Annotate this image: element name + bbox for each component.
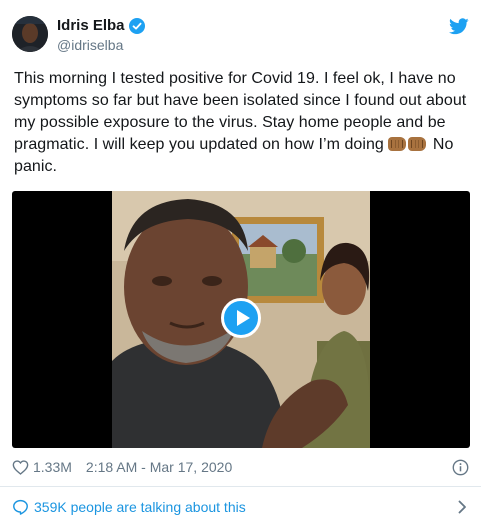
avatar[interactable] [12,16,48,52]
like-count[interactable]: 1.33M [33,459,72,475]
fist-bump-emoji [408,137,427,151]
fist-bump-emoji [388,137,407,151]
play-icon[interactable] [221,298,261,338]
tweet-timestamp[interactable]: 2:18 AM - Mar 17, 2020 [86,459,232,475]
divider [0,486,481,487]
chevron-right-icon[interactable] [458,500,467,514]
verified-badge-icon [128,17,145,34]
video-player[interactable] [12,191,470,448]
display-name[interactable]: Idris Elba [57,17,125,34]
name-row[interactable]: Idris Elba [57,17,145,34]
tweet-meta: 1.33M 2:18 AM - Mar 17, 2020 [12,459,232,475]
heart-icon[interactable] [12,459,29,475]
tweet-text: This morning I tested positive for Covid… [14,68,469,178]
conversation-label[interactable]: 359K people are talking about this [34,499,246,515]
tweet-embed-card: Idris Elba @idriselba This morning I tes… [0,0,481,524]
info-icon[interactable] [452,459,469,476]
twitter-bird-icon[interactable] [449,18,469,35]
conversation-link[interactable]: 359K people are talking about this [12,499,246,515]
user-handle[interactable]: @idriselba [57,37,123,53]
speech-bubble-icon [13,499,28,515]
